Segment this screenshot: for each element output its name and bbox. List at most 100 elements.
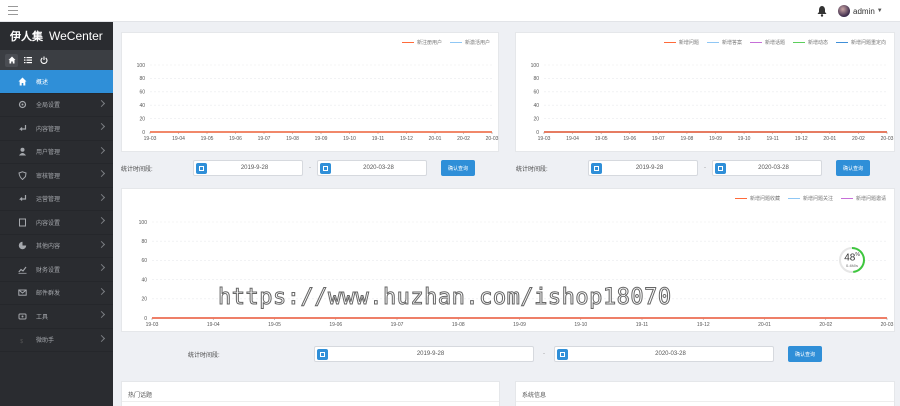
x-tick-label: 19-07 [652, 136, 665, 142]
calendar-icon[interactable] [196, 162, 207, 174]
reply-icon [18, 124, 27, 133]
start-date-input[interactable]: 2019-9-28 [193, 160, 303, 176]
y-tick-label: 60 [141, 258, 147, 264]
reply-icon [18, 194, 27, 203]
legend-swatch [792, 42, 805, 43]
sidebar-item-label: 财务设置 [36, 267, 61, 274]
x-tick-label: 19-12 [400, 136, 413, 142]
legend-item[interactable]: 新增问题关注 [787, 195, 833, 202]
y-tick-label: 60 [139, 90, 145, 96]
y-tick-label: 40 [139, 103, 145, 109]
x-tick-label: 19-12 [697, 322, 710, 328]
legend-item[interactable]: 新激活用户 [449, 39, 490, 46]
sidebar-item-label: 用户管理 [36, 150, 61, 157]
x-tick-label: 19-03 [146, 322, 159, 328]
gauge-sub-label: 0.4M/s [845, 263, 858, 268]
power-icon[interactable] [37, 54, 50, 67]
sidebar-item[interactable]: 审核管理 [0, 164, 113, 188]
brand-logo[interactable]: 伊人集 WeCenter [0, 22, 113, 50]
query-button[interactable]: 确认查询 [788, 346, 822, 362]
x-tick-label: 19-06 [329, 322, 342, 328]
sidebar-item-label: 工具 [36, 314, 49, 321]
legend-item[interactable]: 新增问题邀请 [840, 195, 886, 202]
menu-toggle-icon[interactable] [8, 6, 18, 15]
legend-swatch [663, 42, 676, 43]
calendar-icon[interactable] [591, 162, 602, 174]
sidebar-item[interactable]: 邮件群发 [0, 282, 113, 305]
sidebar-item-label: 内容设置 [36, 220, 61, 227]
x-tick-label: 19-08 [681, 136, 694, 142]
legend-label: 新增问题关注 [802, 196, 833, 202]
y-tick-label: 100 [139, 220, 148, 226]
x-tick-label: 19-12 [795, 136, 808, 142]
chevron-right-icon [97, 310, 106, 319]
sidebar-item[interactable]: 全局设置 [0, 94, 113, 117]
end-date-input[interactable]: 2020-03-28 [712, 160, 822, 176]
system-info-panel: 系统信息 [515, 381, 895, 406]
chevron-right-icon [97, 216, 106, 225]
start-date-input[interactable]: 2019-9-28 [314, 346, 534, 362]
sidebar-item-label: 微助手 [36, 338, 55, 345]
list-icon[interactable] [21, 54, 34, 67]
sidebar-item[interactable]: $ 微助手 [0, 329, 113, 352]
sidebar-item[interactable]: 其他内容 [0, 235, 113, 258]
query-button[interactable]: 确认查询 [836, 160, 870, 176]
content-stats-chart: 0 20 40 60 80 100 19-03 19-04 19-05 19-06 19-07 19-… [531, 63, 894, 142]
sidebar-item[interactable]: 财务设置 [0, 258, 113, 282]
x-tick-label: 19-08 [452, 322, 465, 328]
date-filter-left: 统计时间段: 2019-9-28 - 2020-03-28 确认查询 [121, 159, 501, 177]
user-stats-chart: 0 20 40 60 80 100 19-03 19-04 19-05 19-06 19-07 19-… [137, 63, 499, 142]
legend-item[interactable]: 新增动态 [792, 39, 828, 46]
y-tick-label: 20 [533, 116, 539, 122]
legend-item[interactable]: 新增问题重定向 [835, 39, 886, 46]
calendar-icon[interactable] [320, 162, 331, 174]
chart-legend: 新增问题收藏 新增问题关注 新增问题邀请 [727, 195, 886, 202]
y-tick-label: 80 [533, 76, 539, 82]
legend-item[interactable]: 新增话题 [749, 39, 785, 46]
x-tick-label: 19-11 [372, 136, 385, 142]
start-date-input[interactable]: 2019-9-28 [588, 160, 698, 176]
dollar-icon: $ [18, 335, 27, 344]
calendar-icon[interactable] [557, 348, 568, 360]
legend-label: 新激活用户 [464, 40, 490, 46]
x-tick-label: 20-02 [852, 136, 865, 142]
end-date-input[interactable]: 2020-03-28 [554, 346, 774, 362]
sidebar-item[interactable]: 运营管理 [0, 188, 113, 211]
bell-icon[interactable] [816, 5, 828, 17]
interaction-stats-panel: 新增问题收藏 新增问题关注 新增问题邀请 0 20 40 60 80 100 19-03 19-0… [121, 188, 895, 332]
legend-item[interactable]: 新增问题 [663, 39, 699, 46]
legend-label: 新增问题邀请 [855, 196, 886, 202]
x-tick-label: 19-08 [286, 136, 299, 142]
legend-item[interactable]: 新增答案 [706, 39, 742, 46]
sidebar-item[interactable]: 用户管理 [0, 141, 113, 164]
x-tick-label: 20-03 [881, 136, 894, 142]
home-icon [18, 77, 27, 86]
calendar-icon[interactable] [317, 348, 328, 360]
legend-swatch [787, 198, 800, 199]
gauge-value: 48% [844, 252, 860, 264]
legend-label: 新增问题 [678, 40, 699, 46]
chevron-right-icon [97, 287, 106, 295]
end-date-input[interactable]: 2020-03-28 [317, 160, 427, 176]
sidebar-item-label: 全局设置 [36, 103, 61, 110]
content-stats-panel: 新增问题 新增答案 新增话题 新增动态 新增问题重定向 0 20 40 60 80 100 19-0… [515, 32, 895, 152]
legend-label: 新注册用户 [416, 40, 442, 46]
user-menu[interactable]: admin ▼ [838, 4, 883, 18]
x-tick-label: 20-02 [457, 136, 470, 142]
legend-item[interactable]: 新注册用户 [401, 39, 442, 46]
speed-gauge: 48% 0.4M/s [838, 246, 866, 274]
calendar-icon[interactable] [715, 162, 726, 174]
home-icon[interactable] [5, 53, 18, 67]
x-tick-label: 19-09 [513, 322, 526, 328]
legend-item[interactable]: 新增问题收藏 [734, 195, 780, 202]
y-tick-label: 20 [141, 297, 147, 303]
sidebar-item[interactable]: 内容管理 [0, 117, 113, 141]
query-button[interactable]: 确认查询 [441, 160, 475, 176]
sidebar-item[interactable]: 概述 [0, 70, 113, 94]
sidebar-item[interactable]: 内容设置 [0, 211, 113, 235]
shield-icon [18, 171, 27, 180]
sidebar-item[interactable]: 工具 [0, 305, 113, 329]
interaction-stats-chart: 0 20 40 60 80 100 19-03 19-04 19-05 19-06 19-07 19-… [139, 220, 894, 328]
tool-icon [18, 312, 27, 321]
y-tick-label: 0 [144, 316, 147, 322]
